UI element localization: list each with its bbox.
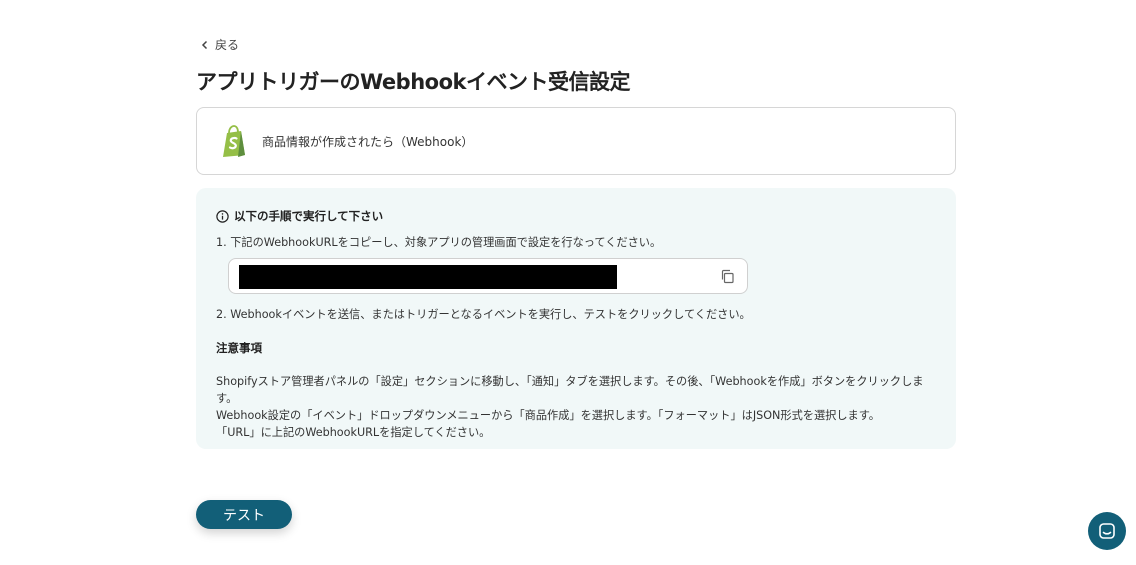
notes-line: 「URL」に上記のWebhookURLを指定してください。: [216, 426, 491, 439]
info-icon: [216, 209, 229, 223]
test-button[interactable]: テスト: [196, 500, 292, 529]
step-1-text: 1. 下記のWebhookURLをコピーし、対象アプリの管理画面で設定を行なって…: [216, 236, 662, 249]
step-2-text: 2. Webhookイベントを送信、またはトリガーとなるイベントを実行し、テスト…: [216, 308, 751, 321]
notes-title: 注意事項: [216, 341, 262, 355]
chat-button[interactable]: [1088, 512, 1126, 550]
trigger-label: 商品情報が作成されたら（Webhook）: [262, 134, 474, 149]
notes-body: Shopifyストア管理者パネルの「設定」セクションに移動し、「通知」タブを選択…: [216, 373, 936, 441]
copy-icon[interactable]: [720, 269, 735, 284]
trigger-card: 商品情報が作成されたら（Webhook）: [196, 107, 956, 175]
redacted-webhook-url: [239, 265, 617, 289]
webhook-url-field[interactable]: [228, 258, 748, 294]
instructions-header-text: 以下の手順で実行して下さい: [234, 209, 384, 223]
back-label: 戻る: [215, 38, 240, 52]
shopify-icon: [223, 125, 245, 157]
page-title: アプリトリガーのWebhookイベント受信設定: [196, 70, 630, 94]
notes-line: Webhook設定の「イベント」ドロップダウンメニューから「商品作成」を選択しま…: [216, 409, 880, 422]
notes-line: す。: [216, 392, 238, 405]
chat-icon: [1099, 523, 1115, 539]
chevron-left-icon: [201, 40, 208, 49]
back-link[interactable]: 戻る: [200, 36, 239, 53]
page: 戻る アプリトリガーのWebhookイベント受信設定 商品情報が作成されたら（W…: [0, 0, 1136, 565]
instructions-header: 以下の手順で実行して下さい: [216, 208, 936, 224]
instructions-panel: 以下の手順で実行して下さい 1. 下記のWebhookURLをコピーし、対象アプ…: [196, 188, 956, 449]
notes-line: Shopifyストア管理者パネルの「設定」セクションに移動し、「通知」タブを選択…: [216, 375, 924, 388]
